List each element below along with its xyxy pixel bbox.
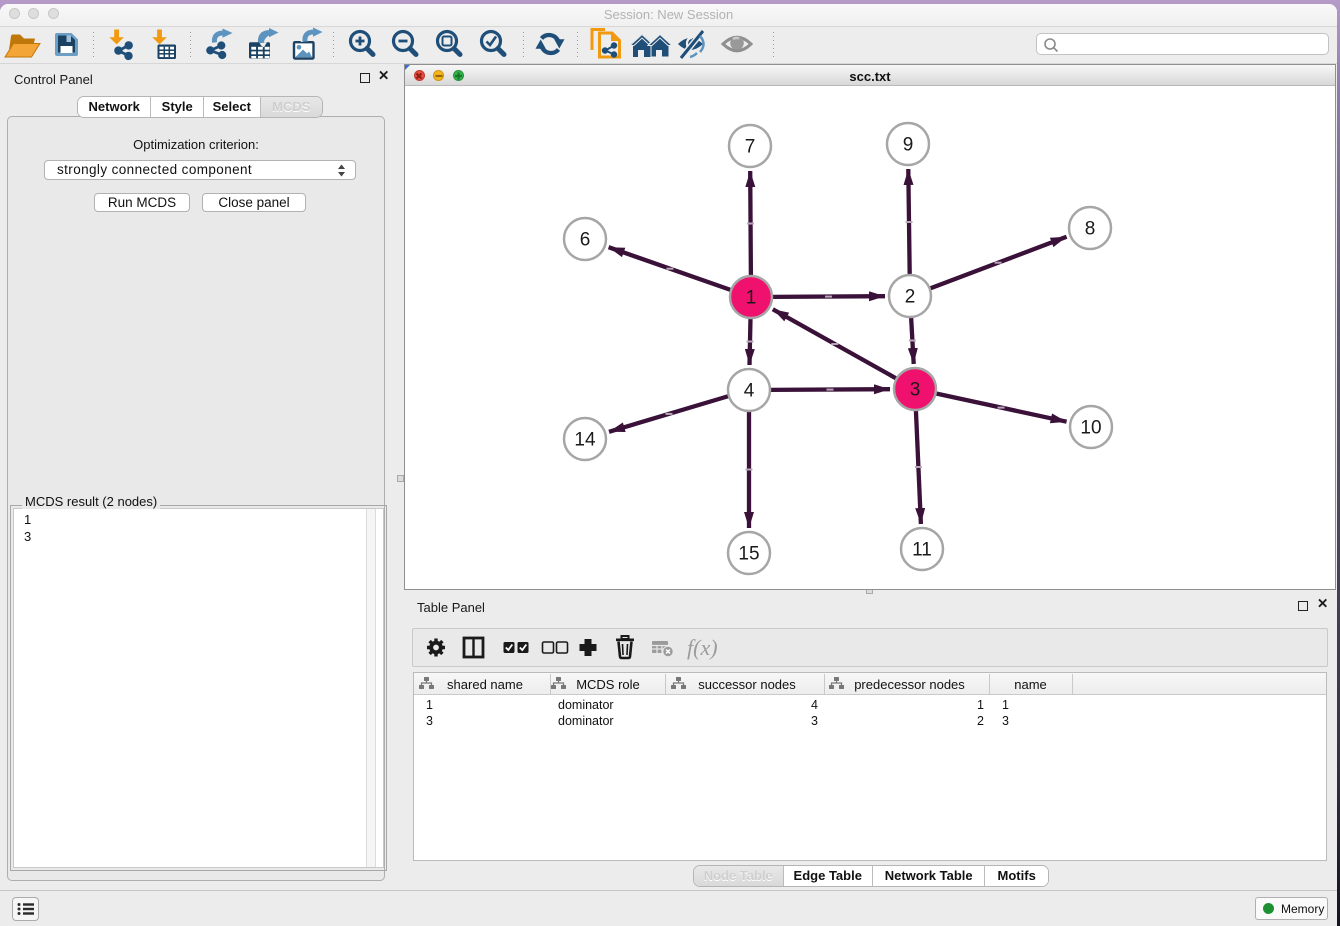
svg-text:8: 8 bbox=[1085, 219, 1096, 240]
svg-text:6: 6 bbox=[580, 230, 591, 251]
svg-text:7: 7 bbox=[745, 137, 756, 158]
svg-text:9: 9 bbox=[903, 135, 914, 156]
svg-text:4: 4 bbox=[744, 381, 755, 402]
svg-text:f(x): f(x) bbox=[687, 635, 718, 660]
svg-text:2: 2 bbox=[905, 287, 916, 308]
svg-text:15: 15 bbox=[738, 544, 759, 565]
svg-text:11: 11 bbox=[912, 540, 932, 561]
svg-text:3: 3 bbox=[910, 380, 921, 401]
svg-text:1: 1 bbox=[746, 288, 757, 309]
svg-text:14: 14 bbox=[574, 430, 596, 451]
svg-text:10: 10 bbox=[1080, 418, 1101, 439]
